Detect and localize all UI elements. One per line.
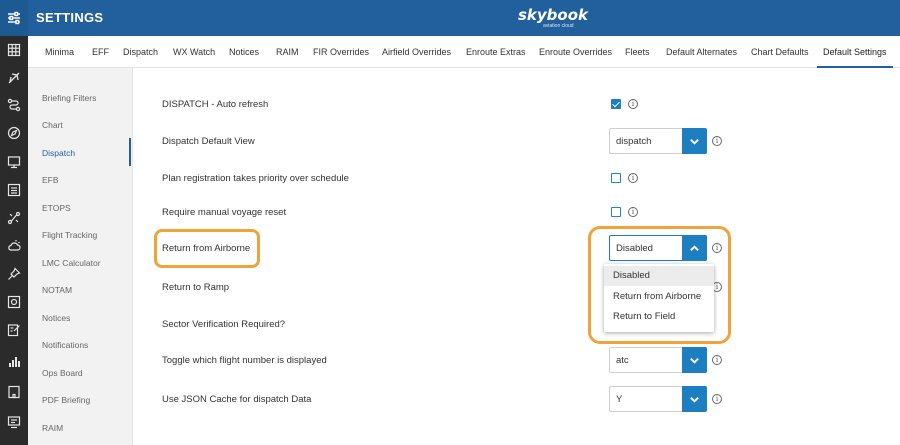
sliders-icon [8, 11, 20, 25]
setting-label-json-cache: Use JSON Cache for dispatch Data [162, 394, 312, 405]
building-icon[interactable] [0, 380, 28, 404]
compass-icon[interactable] [0, 121, 28, 145]
sidebar-item-briefing-filters[interactable]: Briefing Filters [42, 93, 96, 103]
page-title: SETTINGS [36, 10, 104, 25]
setting-label-auto-refresh: DISPATCH - Auto refresh [162, 99, 269, 110]
info-icon[interactable]: i [628, 173, 638, 183]
brand-logo: skybook [518, 6, 589, 24]
edit-icon[interactable] [0, 318, 28, 342]
tab-enroute-extras[interactable]: Enroute Extras [466, 36, 526, 68]
tab-fir-overrides[interactable]: FIR Overrides [313, 36, 369, 68]
sidebar-item-chart[interactable]: Chart [42, 120, 63, 130]
auto-refresh-checkbox[interactable] [611, 99, 621, 109]
chart-icon[interactable] [0, 350, 28, 374]
setting-label-sector-verification: Sector Verification Required? [162, 319, 286, 330]
tab-chart-defaults[interactable]: Chart Defaults [751, 36, 809, 68]
grid-icon[interactable] [0, 38, 28, 62]
json-cache-select[interactable]: Y [609, 386, 707, 412]
tab-enroute-overrides[interactable]: Enroute Overrides [539, 36, 612, 68]
setting-label-return-to-ramp: Return to Ramp [162, 282, 230, 293]
panel-icon[interactable] [0, 290, 28, 314]
sidebar-item-raim[interactable]: RAIM [42, 423, 63, 433]
weather-icon[interactable] [0, 234, 28, 258]
default-view-value: dispatch [616, 136, 652, 147]
pin-icon[interactable] [0, 262, 28, 286]
sidebar-item-notam[interactable]: NOTAM [42, 285, 72, 295]
sidebar-item-lmc-calculator[interactable]: LMC Calculator [42, 258, 101, 268]
tab-eff[interactable]: EFF [92, 36, 109, 68]
tab-notices[interactable]: Notices [229, 36, 259, 68]
tab-airfield-overrides[interactable]: Airfield Overrides [382, 36, 451, 68]
highlight-box-dropdown [588, 226, 731, 344]
tab-dispatch[interactable]: Dispatch [123, 36, 158, 68]
chevron-down-icon [690, 138, 699, 145]
flight-number-toggle[interactable] [682, 347, 707, 373]
sidebar-item-notices[interactable]: Notices [42, 313, 70, 323]
terminal-icon[interactable] [0, 410, 28, 434]
icon-rail [0, 0, 28, 445]
manual-voyage-reset-checkbox[interactable] [611, 207, 621, 217]
sidebar-item-pdf-briefing[interactable]: PDF Briefing [42, 395, 90, 405]
setting-label-manual-voyage-reset: Require manual voyage reset [162, 207, 287, 218]
sidebar-active-indicator [129, 138, 131, 166]
info-icon[interactable]: i [712, 394, 722, 404]
flight-number-value: atc [616, 355, 629, 366]
settings-tabs: Minima EFF Dispatch WX Watch Notices RAI… [28, 36, 900, 68]
tab-raim[interactable]: RAIM [276, 36, 299, 68]
setting-label-plan-registration: Plan registration takes priority over sc… [162, 173, 349, 184]
tab-minima[interactable]: Minima [45, 36, 74, 68]
sidebar-item-flight-tracking[interactable]: Flight Tracking [42, 230, 97, 240]
info-icon[interactable]: i [712, 136, 722, 146]
settings-sidebar: Briefing Filters Chart Dispatch EFB ETOP… [28, 68, 133, 445]
waypoints-icon[interactable] [0, 206, 28, 230]
plan-registration-checkbox[interactable] [611, 173, 621, 183]
info-icon[interactable]: i [712, 355, 722, 365]
info-icon[interactable]: i [628, 207, 638, 217]
brand-tagline: aviation cloud [543, 23, 574, 29]
menu-button[interactable] [0, 0, 28, 36]
chevron-down-icon [690, 357, 699, 364]
json-cache-value: Y [616, 394, 623, 405]
default-view-select[interactable]: dispatch [609, 128, 707, 154]
json-cache-toggle[interactable] [682, 386, 707, 412]
flight-number-select[interactable]: atc [609, 347, 707, 373]
list-icon[interactable] [0, 178, 28, 202]
tab-fleets[interactable]: Fleets [625, 36, 650, 68]
info-icon[interactable]: i [628, 99, 638, 109]
app-header: SETTINGS skybook aviation cloud [28, 0, 900, 36]
setting-label-flight-number-display: Toggle which flight number is displayed [162, 355, 327, 366]
monitor-icon[interactable] [0, 150, 28, 174]
sidebar-item-etops[interactable]: ETOPS [42, 203, 71, 213]
sidebar-item-dispatch[interactable]: Dispatch [42, 148, 75, 158]
route-icon[interactable] [0, 93, 28, 117]
tab-default-alternates[interactable]: Default Alternates [666, 36, 737, 68]
sidebar-item-ops-board[interactable]: Ops Board [42, 368, 83, 378]
tab-wx-watch[interactable]: WX Watch [173, 36, 215, 68]
default-view-toggle[interactable] [682, 128, 707, 154]
chevron-down-icon [690, 396, 699, 403]
highlight-box-label [154, 229, 260, 268]
tab-default-settings[interactable]: Default Settings [817, 36, 893, 68]
setting-label-default-view: Dispatch Default View [162, 136, 255, 147]
sidebar-item-efb[interactable]: EFB [42, 175, 59, 185]
sidebar-item-notifications[interactable]: Notifications [42, 340, 88, 350]
plane-icon[interactable] [0, 66, 28, 90]
